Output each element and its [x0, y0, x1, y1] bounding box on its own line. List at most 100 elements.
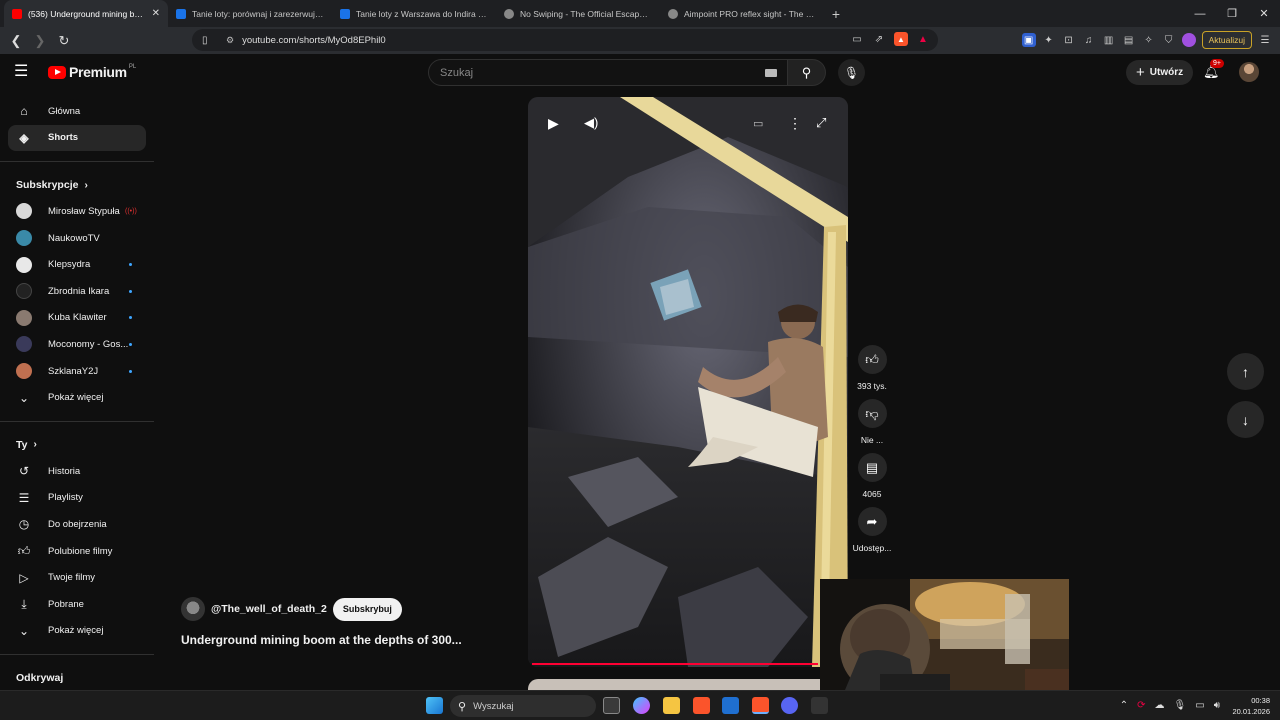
minimize-icon[interactable]: —: [1184, 0, 1216, 27]
avatar[interactable]: [1239, 62, 1259, 82]
menu-icon[interactable]: ☰: [1258, 33, 1272, 47]
ai-icon[interactable]: ✧: [1142, 33, 1156, 47]
sidebar-show-more[interactable]: ⌄ Pokaż więcej: [8, 384, 146, 411]
sidebar-item-history[interactable]: ↺ Historia: [8, 458, 146, 485]
profile-icon[interactable]: [1181, 33, 1196, 47]
sidebar-item-channel[interactable]: SzklanaY2J: [8, 358, 146, 385]
create-button[interactable]: + Utwórz: [1126, 60, 1194, 85]
sidebar-item-liked[interactable]: 👍︎ Polubione filmy: [8, 538, 146, 565]
channel-avatar[interactable]: [181, 597, 205, 621]
sidebar-item-playlists[interactable]: ☰ Playlisty: [8, 485, 146, 512]
app-icon[interactable]: [811, 697, 828, 714]
comment-icon: ▤: [857, 453, 887, 482]
share-button[interactable]: ➦ Udostęp...: [848, 507, 896, 553]
puzzle-icon[interactable]: ✦: [1042, 33, 1056, 47]
sidebar-item-downloads[interactable]: ⤓ Pobrane: [8, 591, 146, 618]
wallet-icon[interactable]: ▤: [1122, 33, 1136, 47]
sidebar-item-channel[interactable]: NaukowoTV: [8, 225, 146, 252]
tab-title: No Swiping - The Official Escape from: [520, 8, 652, 19]
taskbar-clock[interactable]: 00:38 20.01.2026: [1232, 695, 1270, 717]
brave-browser-icon[interactable]: [693, 697, 710, 714]
back-icon[interactable]: ❮: [6, 31, 26, 51]
video-title[interactable]: Underground mining boom at the depths of…: [181, 633, 462, 647]
sidebar-item-channel[interactable]: Klepsydra: [8, 251, 146, 278]
tab-aimpoint[interactable]: Aimpoint PRO reflex sight - The Official: [660, 0, 824, 27]
bookmark-icon[interactable]: ▯: [202, 35, 214, 46]
dislike-button[interactable]: 👎︎ Nie ...: [848, 399, 896, 445]
youtube-logo[interactable]: Premium PL: [48, 64, 136, 80]
tab-youtube[interactable]: (536) Underground mining boom at ✕: [4, 0, 168, 27]
site-info-icon[interactable]: ⚙: [226, 35, 234, 46]
task-view-icon[interactable]: [603, 697, 620, 714]
maximize-icon[interactable]: ❐: [1216, 0, 1248, 27]
brave-active-icon[interactable]: [752, 697, 769, 714]
display-icon[interactable]: ▭: [1195, 700, 1204, 711]
discord-icon[interactable]: [781, 697, 798, 714]
previous-video-button[interactable]: ↑: [1227, 353, 1264, 390]
keyboard-icon[interactable]: [765, 69, 777, 77]
speaker-icon[interactable]: 🔊︎: [1214, 700, 1220, 711]
brave-shields-icon[interactable]: ▲: [894, 32, 908, 46]
subscribe-button[interactable]: Subskrybuj: [332, 597, 402, 621]
play-icon[interactable]: ▶: [548, 115, 559, 132]
address-bar[interactable]: ▯ ⚙ youtube.com/shorts/MyOd8EPhil0 ▭ ⇗ ▲…: [192, 29, 938, 51]
comments-button[interactable]: ▤ 4065: [848, 453, 896, 499]
update-button[interactable]: Aktualizuj: [1201, 31, 1252, 49]
forward-icon[interactable]: ❯: [30, 31, 50, 51]
new-tab-button[interactable]: +: [824, 0, 848, 27]
close-window-icon[interactable]: ✕: [1248, 0, 1280, 27]
menu-icon[interactable]: ☰: [14, 64, 32, 80]
volume-icon[interactable]: ◀︎): [584, 115, 598, 131]
more-options-icon[interactable]: ⋮: [788, 115, 802, 132]
notifications-button[interactable]: 🔔︎ 9+: [1203, 59, 1224, 80]
copilot-icon[interactable]: [633, 697, 650, 714]
progress-bar[interactable]: [532, 663, 819, 665]
taskbar-search[interactable]: ⚲ Wyszukaj: [450, 695, 596, 717]
store-icon[interactable]: [722, 697, 739, 714]
sidebar-item-channel[interactable]: Mirosław Stypuła ((•)): [8, 198, 146, 225]
sidebar-icon[interactable]: ▥: [1102, 33, 1116, 47]
shorts-video-player[interactable]: ▶ ◀︎) ▭ ⋮ ⤢: [528, 97, 848, 667]
sidebar-item-channel[interactable]: Zbrodnia Ikara: [8, 278, 146, 305]
sidebar-item-watch-later[interactable]: ◷ Do obejrzenia: [8, 511, 146, 538]
chevron-up-icon[interactable]: ⌃: [1120, 700, 1128, 711]
windows-start-icon[interactable]: [426, 697, 443, 714]
search-button[interactable]: ⚲: [788, 59, 826, 86]
sidebar-item-shorts[interactable]: ◈ Shorts: [8, 124, 146, 152]
brave-rewards-icon[interactable]: ▲: [916, 32, 930, 46]
sidebar-item-channel[interactable]: Kuba Klawiter: [8, 305, 146, 332]
sidebar-item-home[interactable]: ⌂ Główna: [8, 98, 146, 125]
sidebar-item-your-videos[interactable]: ▷ Twoje filmy: [8, 564, 146, 591]
tab-flights-1[interactable]: Tanie loty: porównaj i zarezerwuj bilety: [168, 0, 332, 27]
channel-name[interactable]: @The_well_of_death_2: [211, 603, 327, 615]
search-input[interactable]: Szukaj: [428, 59, 788, 86]
subscriptions-header[interactable]: Subskrypcje ›: [0, 172, 154, 198]
like-button[interactable]: 👍︎ 393 tys.: [848, 345, 896, 391]
sidebar-item-channel[interactable]: Moconomy - Gos...: [8, 331, 146, 358]
sync-icon[interactable]: ⟳: [1137, 700, 1145, 711]
fullscreen-icon[interactable]: ⤢: [816, 115, 826, 131]
vpn-icon[interactable]: ⛉: [1162, 33, 1176, 47]
youtube-play-logo-icon: [48, 65, 66, 79]
cloud-icon[interactable]: ☁: [1155, 700, 1165, 711]
tab-flights-2[interactable]: Tanie loty z Warszawa do Indira Gandhi: [332, 0, 496, 27]
thumbs-up-icon: 👍︎: [857, 345, 887, 374]
file-explorer-icon[interactable]: [663, 697, 680, 714]
music-icon[interactable]: ♫: [1082, 33, 1096, 47]
voice-search-button[interactable]: 🎙︎: [838, 59, 865, 86]
next-video-button[interactable]: ↓: [1227, 401, 1264, 438]
extension-icon[interactable]: ▣: [1021, 33, 1036, 47]
captions-icon[interactable]: ▭: [753, 117, 763, 130]
cast-icon[interactable]: ▭: [850, 32, 864, 46]
close-tab-icon[interactable]: ✕: [152, 8, 160, 19]
search-icon: ⚲: [801, 64, 812, 80]
live-indicator-icon: ((•)): [125, 207, 137, 215]
you-header[interactable]: Ty ›: [0, 432, 154, 458]
tab-no-swiping[interactable]: No Swiping - The Official Escape from: [496, 0, 660, 27]
reload-icon[interactable]: ↻: [54, 31, 74, 51]
screenshot-icon[interactable]: ⊡: [1062, 33, 1076, 47]
share-icon[interactable]: ⇗: [872, 32, 886, 46]
sidebar-item-label: Playlisty: [48, 492, 83, 504]
microphone-icon[interactable]: 🎙︎: [1174, 700, 1187, 711]
sidebar-show-more[interactable]: ⌄ Pokaż więcej: [8, 618, 146, 645]
